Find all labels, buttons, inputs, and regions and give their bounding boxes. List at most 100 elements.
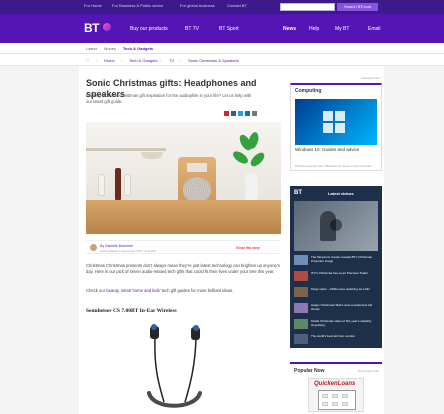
card-cell [322, 394, 328, 398]
breadcrumb-separator: › [121, 58, 123, 63]
tab-tech-gadgets[interactable]: Tech & Gadgets [123, 46, 153, 51]
search-button[interactable]: Search BT.com [337, 3, 378, 11]
utility-link-home[interactable]: For Home [84, 3, 102, 8]
nav-news[interactable]: News [283, 26, 296, 32]
video-title: Kindle Christmas video of this year’s ce… [311, 319, 372, 327]
more-share-icon[interactable] [252, 111, 257, 116]
hero-image [86, 122, 281, 234]
video-item[interactable]: Kindle Christmas video of this year’s ce… [294, 319, 378, 332]
hero-table [86, 200, 281, 234]
breadcrumb-separator: › [96, 58, 98, 63]
computing-caption[interactable]: Windows 10: Guides and advice [295, 147, 377, 152]
windows-tile-icon [323, 123, 333, 133]
windows-tile-icon [335, 123, 345, 133]
video-thumb [294, 319, 308, 329]
advertisement-label: Advertisement [360, 76, 380, 80]
main-navigation: BT Buy our products BT TV BT Sport News … [0, 14, 444, 43]
card-cell [342, 402, 348, 406]
video-title: The world’s best ski from London [311, 334, 355, 338]
bt-logo-text: BT [84, 21, 100, 35]
email-share-icon[interactable] [224, 111, 229, 116]
play-icon[interactable] [330, 219, 342, 231]
facebook-share-icon[interactable] [231, 111, 236, 116]
bt-logo[interactable]: BT [84, 21, 114, 36]
video-item[interactable]: The world’s best ski from London [294, 334, 378, 347]
author-bar: By Danielle Brammer Last updated: 1 Dece… [86, 240, 281, 254]
right-earbud-tip [193, 325, 199, 331]
left-earbud-tip [151, 324, 157, 330]
author-date: Last updated: 1 December 2017, 3:40 AM [100, 249, 156, 253]
latest-videos-widget: BT Latest videos The Simpsons creator re… [290, 186, 382, 348]
videos-header: BT Latest videos [294, 190, 378, 198]
section-tabs: Latest Money Tech & Gadgets [0, 43, 444, 54]
videos-bt-logo: BT [294, 190, 302, 196]
video-thumb [294, 303, 308, 313]
neckband-shape [147, 391, 202, 408]
video-item[interactable]: Kings vision - 1000s were watching as a … [294, 287, 378, 300]
windows-thumbnail[interactable] [295, 99, 377, 145]
utility-link-business[interactable]: For Business & Public sector [112, 3, 163, 8]
nav-my-bt[interactable]: My BT [335, 26, 349, 32]
nav-help[interactable]: Help [309, 26, 319, 32]
search-input[interactable] [280, 3, 335, 11]
video-title: Kings vision - 1000s were watching as a … [311, 287, 370, 291]
loan-card [318, 390, 356, 410]
nav-bt-tv[interactable]: BT TV [185, 26, 199, 32]
linkedin-share-icon[interactable] [245, 111, 250, 116]
windows-tile-icon [335, 111, 345, 121]
hero-bowl [141, 152, 163, 159]
utility-link-global[interactable]: For global business [180, 3, 215, 8]
video-title: ITV’s Christmas free-to-air Premium Trai… [311, 271, 368, 275]
card-cell [332, 402, 338, 406]
article-standfirst: Looking for some Christmas gift inspirat… [86, 93, 252, 104]
computing-widget[interactable]: Computing Windows 10: Guides and advice … [290, 83, 382, 171]
plant-pot [245, 174, 258, 200]
left-cable [154, 337, 165, 403]
leaf-icon [246, 131, 261, 150]
nav-bt-sport[interactable]: BT Sport [219, 26, 239, 32]
video-title: Happy Christmas! Matt Lucas reveals best… [311, 303, 373, 311]
email-story-link[interactable]: Email this story [236, 246, 260, 250]
latest-videos-heading: Latest videos [328, 191, 354, 196]
home-icon[interactable]: ⌂ [86, 57, 89, 63]
tab-latest[interactable]: Latest [86, 46, 97, 51]
article-subheading: Sennheiser CS 7.00BT In-Ear Wireless [86, 308, 177, 314]
breadcrumb-separator: › [160, 58, 162, 63]
card-cell [332, 394, 338, 398]
breadcrumb-tech[interactable]: Tech & Gadgets [129, 58, 157, 63]
video-thumb [294, 271, 308, 281]
video-item[interactable]: The Simpsons creator reveals BT's Christ… [294, 255, 378, 268]
breadcrumb: ⌂ › Home › Tech & Gadgets › TV › Sonic C… [0, 54, 444, 66]
paragraph-2-suffix: ' tech gift guides for more brilliant id… [159, 288, 234, 293]
video-thumb [294, 334, 308, 344]
computing-meta: Pictures and tips from Windows 10 users … [295, 164, 372, 168]
twitter-share-icon[interactable] [238, 111, 243, 116]
earphones-image [147, 324, 202, 408]
card-cell [342, 394, 348, 398]
author-name[interactable]: By Danielle Brammer [100, 244, 133, 248]
right-sidebar: Advertisement Computing Windows 10: Guid… [290, 66, 382, 414]
glass-icon [124, 174, 131, 196]
bottle-icon [115, 168, 121, 200]
globe-icon [103, 23, 111, 31]
leaf-icon [248, 150, 267, 169]
quicken-loans-ad[interactable]: QuickenLoans [308, 378, 364, 412]
video-item[interactable]: ITV’s Christmas free-to-air Premium Trai… [294, 271, 378, 284]
tab-money[interactable]: Money [104, 46, 116, 51]
utility-link-contact[interactable]: Contact BT [227, 3, 247, 8]
gift-guides-link[interactable]: beauty, smart home and kids [106, 288, 159, 293]
breadcrumb-current[interactable]: Sonic Christmas & Speakers [188, 58, 239, 63]
glass-icon [98, 174, 105, 196]
breadcrumb-home[interactable]: Home [104, 58, 115, 63]
promoted-links-label: Promoted Links [358, 369, 379, 373]
article-paragraph-2: Check our beauty, smart home and kids' t… [86, 288, 284, 294]
right-cable [184, 338, 197, 403]
video-item[interactable]: Happy Christmas! Matt Lucas reveals best… [294, 303, 378, 316]
windows-tile-icon [323, 111, 333, 121]
article-paragraph-1: Christmas Christmas presents don’t alway… [86, 263, 280, 274]
nav-email[interactable]: Email [368, 26, 381, 32]
nav-buy-products[interactable]: Buy our products [130, 26, 168, 32]
computing-heading: Computing [295, 88, 322, 94]
breadcrumb-tv[interactable]: TV [169, 58, 174, 63]
featured-video[interactable] [294, 201, 378, 251]
